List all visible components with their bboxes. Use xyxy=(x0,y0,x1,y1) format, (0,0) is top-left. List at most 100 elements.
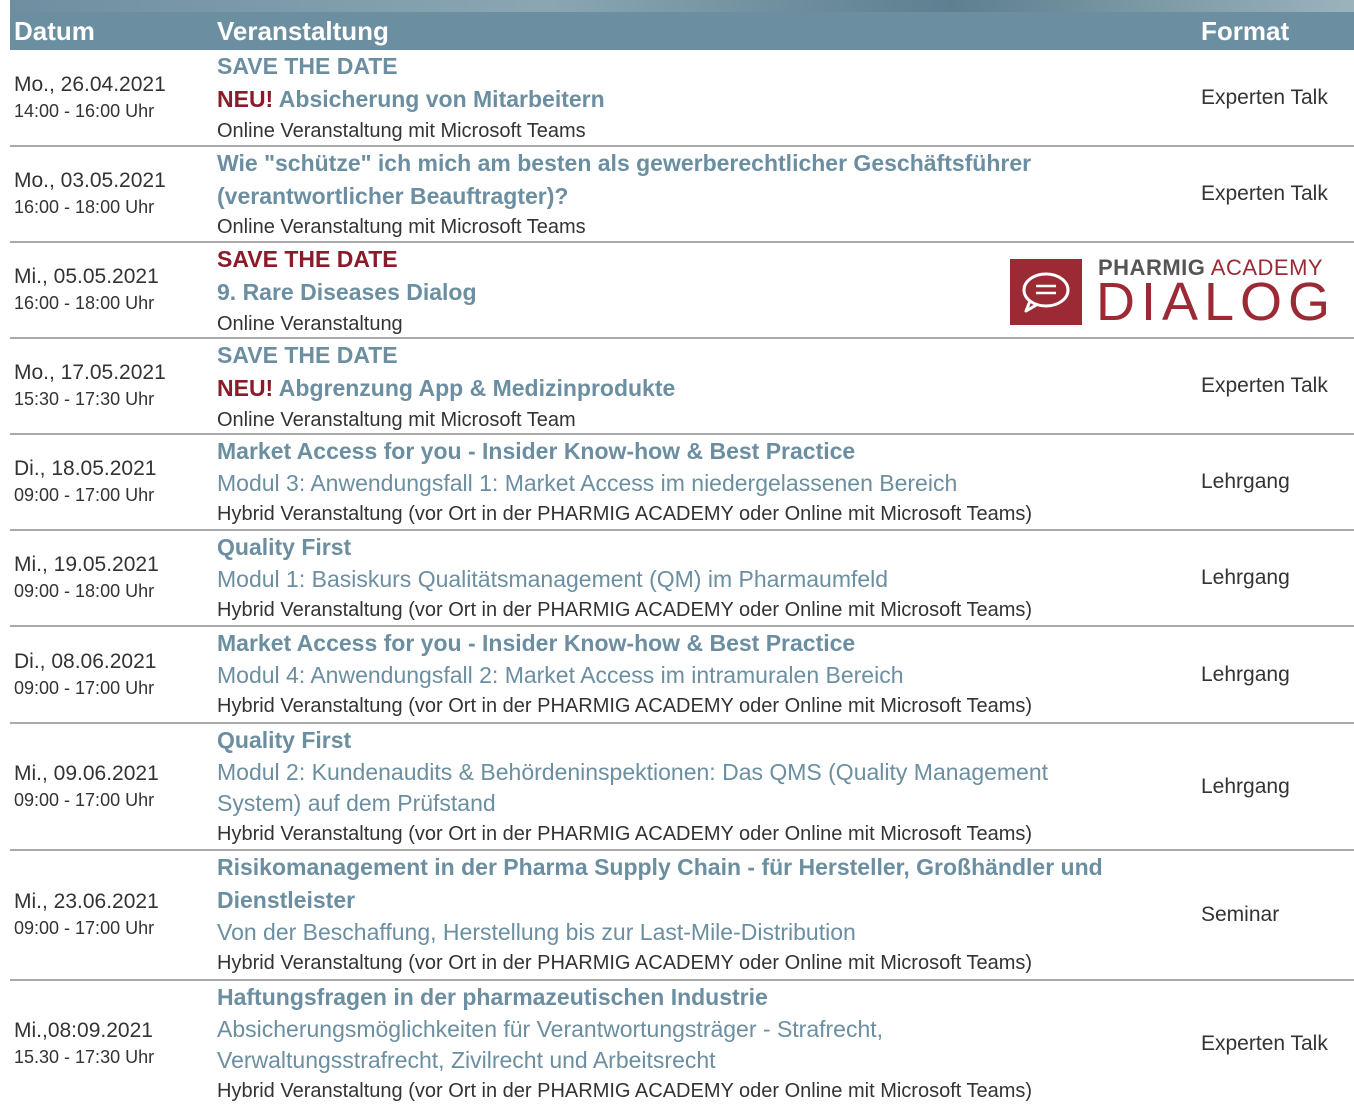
event-title[interactable]: Haftungsfragen in der pharmazeutischen I… xyxy=(217,981,1192,1014)
event-table: Mo., 26.04.2021 14:00 - 16:00 Uhr SAVE T… xyxy=(10,50,1354,1106)
save-the-date: SAVE THE DATE xyxy=(217,342,398,368)
event-date: Mi., 05.05.2021 xyxy=(14,265,159,288)
event-format: Experten Talk xyxy=(1201,182,1328,205)
event-time: 09:00 - 18:00 Uhr xyxy=(14,581,155,601)
event-cell: Risikomanagement in der Pharma Supply Ch… xyxy=(217,851,1192,978)
event-title[interactable]: Absicherung von Mitarbeitern xyxy=(279,86,605,112)
event-cell: SAVE THE DATE NEU! Absicherung von Mitar… xyxy=(217,50,1192,146)
speech-bubble-icon xyxy=(1010,259,1082,325)
event-title[interactable]: Quality First xyxy=(217,531,1192,564)
event-cell: SAVE THE DATE NEU! Abgrenzung App & Medi… xyxy=(217,339,1192,435)
event-location: Online Veranstaltung mit Microsoft Teams xyxy=(217,120,586,142)
date-cell: Mi., 09.06.2021 09:00 - 17:00 Uhr xyxy=(14,760,159,814)
table-row[interactable]: Mi., 09.06.2021 09:00 - 17:00 Uhr Qualit… xyxy=(10,724,1354,851)
logo-wordmark-dialog: DIALOG xyxy=(1096,272,1337,332)
event-date: Di., 18.05.2021 xyxy=(14,457,157,480)
event-date: Mi., 19.05.2021 xyxy=(14,553,159,576)
event-cell: Market Access for you - Insider Know-how… xyxy=(217,627,1192,721)
event-cell: Market Access for you - Insider Know-how… xyxy=(217,435,1192,529)
date-cell: Mi., 19.05.2021 09:00 - 18:00 Uhr xyxy=(14,551,159,605)
table-row[interactable]: Mi.,08:09.2021 15.30 - 17:30 Uhr Haftung… xyxy=(10,981,1354,1106)
event-date: Mo., 03.05.2021 xyxy=(14,169,166,192)
event-title-cont[interactable]: Dienstleister xyxy=(217,884,1192,917)
event-time: 09:00 - 17:00 Uhr xyxy=(14,918,155,938)
date-cell: Di., 18.05.2021 09:00 - 17:00 Uhr xyxy=(14,455,156,509)
event-date: Mi.,08:09.2021 xyxy=(14,1018,153,1042)
date-cell: Di., 08.06.2021 09:00 - 17:00 Uhr xyxy=(14,648,156,702)
date-cell: Mi., 05.05.2021 16:00 - 18:00 Uhr xyxy=(14,263,159,317)
event-title[interactable]: Wie "schütze" ich mich am besten als gew… xyxy=(217,147,1192,180)
event-location: Online Veranstaltung mit Microsoft Teams xyxy=(217,216,586,238)
event-location: Hybrid Veranstaltung (vor Ort in der PHA… xyxy=(217,952,1033,974)
event-format: Lehrgang xyxy=(1201,566,1290,589)
table-row[interactable]: Mo., 26.04.2021 14:00 - 16:00 Uhr SAVE T… xyxy=(10,50,1354,147)
event-date: Mo., 26.04.2021 xyxy=(14,72,166,96)
event-title[interactable]: Abgrenzung App & Medizinprodukte xyxy=(279,375,676,401)
event-module[interactable]: Von der Beschaffung, Herstellung bis zur… xyxy=(217,917,1192,948)
event-cell: Quality First Modul 1: Basiskurs Qualitä… xyxy=(217,531,1192,625)
event-time: 16:00 - 18:00 Uhr xyxy=(14,197,155,217)
event-module[interactable]: Modul 1: Basiskurs Qualitätsmanagement (… xyxy=(217,564,1192,595)
date-cell: Mo., 17.05.2021 15:30 - 17:30 Uhr xyxy=(14,359,166,413)
event-location: Hybrid Veranstaltung (vor Ort in der PHA… xyxy=(217,1080,1033,1102)
header-date: Datum xyxy=(14,16,95,46)
new-badge: NEU! xyxy=(217,86,274,112)
event-date: Mi., 23.06.2021 xyxy=(14,890,159,913)
event-format: Lehrgang xyxy=(1201,774,1290,798)
event-module[interactable]: Modul 3: Anwendungsfall 1: Market Access… xyxy=(217,468,1192,499)
event-format: Experten Talk xyxy=(1201,85,1328,109)
event-location: Hybrid Veranstaltung (vor Ort in der PHA… xyxy=(217,503,1033,525)
event-module-cont[interactable]: System) auf dem Prüfstand xyxy=(217,788,1192,819)
event-cell: Haftungsfragen in der pharmazeutischen I… xyxy=(217,981,1192,1106)
event-cell: Wie "schütze" ich mich am besten als gew… xyxy=(217,147,1192,241)
table-row[interactable]: Mi., 23.06.2021 09:00 - 17:00 Uhr Risiko… xyxy=(10,851,1354,981)
date-cell: Mi., 23.06.2021 09:00 - 17:00 Uhr xyxy=(14,888,159,942)
event-cell: Quality First Modul 2: Kundenaudits & Be… xyxy=(217,724,1192,849)
event-title-line[interactable]: NEU! Abgrenzung App & Medizinprodukte xyxy=(217,372,1192,405)
event-format: Seminar xyxy=(1201,903,1280,926)
event-title-cont[interactable]: (verantwortlicher Beauftragter)? xyxy=(217,180,1192,213)
event-location: Hybrid Veranstaltung (vor Ort in der PHA… xyxy=(217,823,1033,845)
event-time: 09:00 - 17:00 Uhr xyxy=(14,677,155,698)
event-time: 16:00 - 18:00 Uhr xyxy=(14,293,155,313)
table-row[interactable]: Di., 18.05.2021 09:00 - 17:00 Uhr Market… xyxy=(10,435,1354,531)
date-cell: Mo., 26.04.2021 14:00 - 16:00 Uhr xyxy=(14,71,166,125)
new-badge: NEU! xyxy=(217,375,274,401)
event-format: Lehrgang xyxy=(1201,662,1290,686)
event-title[interactable]: Quality First xyxy=(217,724,1192,757)
table-row[interactable]: Mo., 17.05.2021 15:30 - 17:30 Uhr SAVE T… xyxy=(10,339,1354,435)
event-time: 15:30 - 17:30 Uhr xyxy=(14,389,155,409)
date-cell: Mi.,08:09.2021 15.30 - 17:30 Uhr xyxy=(14,1017,154,1071)
header-format: Format xyxy=(1201,16,1290,46)
table-row[interactable]: Mi., 05.05.2021 16:00 - 18:00 Uhr SAVE T… xyxy=(10,243,1354,339)
header-event: Veranstaltung xyxy=(217,16,389,46)
date-cell: Mo., 03.05.2021 16:00 - 18:00 Uhr xyxy=(14,167,166,221)
event-time: 09:00 - 17:00 Uhr xyxy=(14,485,155,505)
table-row[interactable]: Mo., 03.05.2021 16:00 - 18:00 Uhr Wie "s… xyxy=(10,147,1354,243)
event-time: 09:00 - 17:00 Uhr xyxy=(14,789,155,810)
event-time: 15.30 - 17:30 Uhr xyxy=(14,1046,155,1067)
event-module-cont[interactable]: Verwaltungsstrafrecht, Zivilrecht und Ar… xyxy=(217,1045,1192,1076)
event-title-line[interactable]: NEU! Absicherung von Mitarbeitern xyxy=(217,83,1192,116)
event-date: Mo., 17.05.2021 xyxy=(14,361,166,384)
event-module[interactable]: Modul 4: Anwendungsfall 2: Market Access… xyxy=(217,660,1192,691)
header-decoration xyxy=(10,0,1354,12)
event-date: Mi., 09.06.2021 xyxy=(14,761,159,785)
event-format: Experten Talk xyxy=(1201,1031,1328,1055)
event-module[interactable]: Absicherungsmöglichkeiten für Verantwort… xyxy=(217,1014,1192,1045)
pharmig-academy-dialog-logo: PHARMIG ACADEMY DIALOG xyxy=(1010,255,1340,332)
event-location: Hybrid Veranstaltung (vor Ort in der PHA… xyxy=(217,695,1033,717)
table-row[interactable]: Mi., 19.05.2021 09:00 - 18:00 Uhr Qualit… xyxy=(10,531,1354,627)
event-title[interactable]: Market Access for you - Insider Know-how… xyxy=(217,627,1192,660)
event-time: 14:00 - 16:00 Uhr xyxy=(14,100,155,121)
event-title[interactable]: Risikomanagement in der Pharma Supply Ch… xyxy=(217,851,1192,884)
table-header: Datum Veranstaltung Format xyxy=(10,12,1354,50)
event-location: Hybrid Veranstaltung (vor Ort in der PHA… xyxy=(217,599,1033,621)
event-date: Di., 08.06.2021 xyxy=(14,649,157,673)
event-format: Lehrgang xyxy=(1201,470,1290,493)
event-format: Experten Talk xyxy=(1201,374,1328,397)
event-location: Online Veranstaltung mit Microsoft Team xyxy=(217,409,576,431)
table-row[interactable]: Di., 08.06.2021 09:00 - 17:00 Uhr Market… xyxy=(10,627,1354,724)
event-module[interactable]: Modul 2: Kundenaudits & Behördeninspekti… xyxy=(217,757,1192,788)
event-title[interactable]: Market Access for you - Insider Know-how… xyxy=(217,435,1192,468)
